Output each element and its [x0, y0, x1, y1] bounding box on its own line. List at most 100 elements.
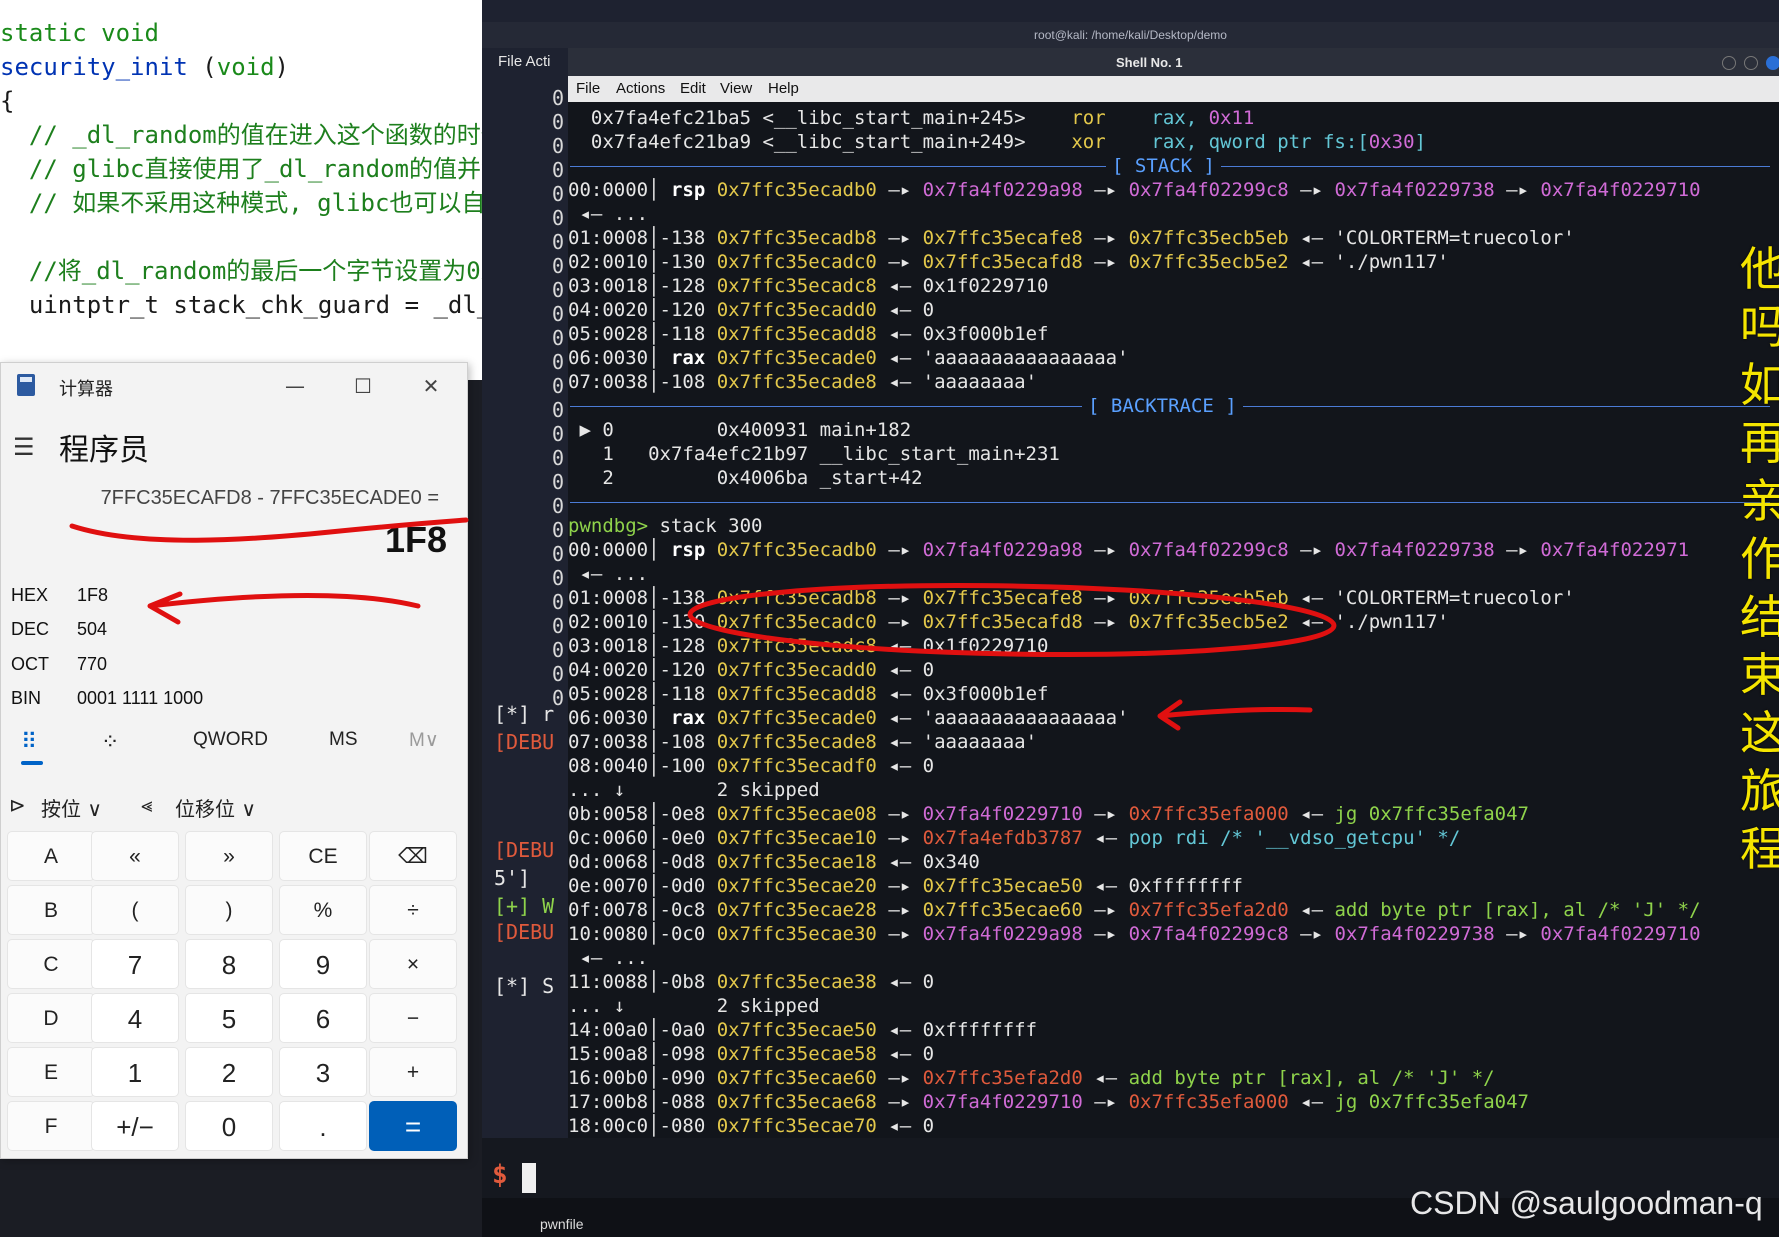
terminal-token: —▸: [1082, 803, 1129, 825]
terminal-token: ◂— 'aaaaaaaa': [876, 731, 1038, 753]
minimize-circle-icon[interactable]: [1722, 56, 1736, 70]
calc-key[interactable]: 7: [91, 939, 179, 989]
terminal-token: 0x7ffc35ecadf0: [716, 755, 877, 777]
minimize-icon[interactable]: —: [275, 371, 315, 401]
background-log-fragment: [*] r: [494, 702, 555, 726]
calc-key[interactable]: E: [7, 1047, 95, 1097]
hamburger-menu-icon[interactable]: ☰: [13, 433, 35, 461]
code-token: // _dl_random的值在进入这个函数的时候: [0, 121, 482, 149]
terminal-token: ... ↓ 2 skipped: [568, 779, 820, 801]
calculator-result: 1F8: [384, 519, 447, 560]
terminal-line: 01:0008│-138 0x7ffc35ecadb8 —▸ 0x7ffc35e…: [568, 226, 1575, 250]
radix-name: HEX: [11, 585, 49, 605]
calc-key[interactable]: 9: [279, 939, 367, 989]
outer-terminal-menubar[interactable]: File Acti: [482, 48, 582, 76]
maximize-circle-icon[interactable]: [1744, 56, 1758, 70]
terminal-token: —▸: [876, 539, 923, 561]
menu-edit[interactable]: Edit: [680, 76, 706, 102]
memory-store-button[interactable]: MS: [329, 729, 358, 751]
calc-key[interactable]: A: [7, 831, 95, 881]
terminal-token: 0x7ffc35ecafe8: [922, 587, 1083, 609]
terminal-token: 0x7ffc35ecadd8: [716, 683, 877, 705]
calc-key[interactable]: ⌫: [369, 831, 457, 881]
radix-bin[interactable]: BIN 0001 1111 1000: [11, 688, 431, 720]
terminal-token: 0x7ffc35ecadc0: [716, 251, 877, 273]
calc-key[interactable]: ×: [369, 939, 457, 989]
terminal-line: 00:0000│ rsp 0x7ffc35ecadb0 —▸ 0x7fa4f02…: [568, 538, 1689, 562]
code-line: {: [0, 82, 14, 120]
calc-key[interactable]: 4: [91, 993, 179, 1043]
calc-key[interactable]: D: [7, 993, 95, 1043]
calc-key[interactable]: 0: [185, 1101, 273, 1151]
calc-key[interactable]: .: [279, 1101, 367, 1151]
calc-key[interactable]: =: [369, 1101, 457, 1151]
terminal-token: 0x7fa4f02299c8: [1128, 179, 1289, 201]
taskbar-item-pwnfile[interactable]: pwnfile: [540, 1216, 584, 1232]
calc-key[interactable]: C: [7, 939, 95, 989]
calc-key[interactable]: 3: [279, 1047, 367, 1097]
bitshift-dropdown[interactable]: 位移位 ∨: [175, 793, 256, 822]
calc-key[interactable]: 2: [185, 1047, 273, 1097]
terminal-token: 05:0028│-118: [568, 683, 717, 705]
shell-window-titlebar[interactable]: Shell No. 1: [568, 48, 1779, 78]
calc-key[interactable]: ÷: [369, 885, 457, 935]
terminal-token: ◂— 'aaaaaaaaaaaaaaaa': [876, 707, 1129, 729]
calc-key[interactable]: F: [7, 1101, 95, 1151]
calc-key[interactable]: (: [91, 885, 179, 935]
calculator-titlebar[interactable]: 计算器 — ☐ ✕: [1, 363, 467, 411]
terminal-line: 05:0028│-118 0x7ffc35ecadd8 ◂— 0x3f000b1…: [568, 682, 1048, 706]
word-size-button[interactable]: QWORD: [193, 729, 268, 751]
terminal-token: 0x7ffc35efa2d0: [1128, 899, 1289, 921]
terminal-line: 03:0018│-128 0x7ffc35ecadc8 ◂— 0x1f02297…: [568, 274, 1048, 298]
calc-key[interactable]: +/−: [91, 1101, 179, 1151]
terminal-token: —▸: [1082, 539, 1129, 561]
terminal-token: 0x30: [1368, 131, 1415, 153]
menu-view[interactable]: View: [720, 76, 752, 102]
terminal-token: —▸: [876, 251, 923, 273]
code-token: security_init: [0, 53, 188, 81]
calc-key[interactable]: ): [185, 885, 273, 935]
menu-file[interactable]: File: [576, 76, 600, 102]
calculator-window[interactable]: 计算器 — ☐ ✕ ☰ 程序员 7FFC35ECAFD8 - 7FFC35ECA…: [0, 362, 468, 1159]
bitwise-dropdown[interactable]: 按位 ∨: [41, 793, 102, 822]
calc-key[interactable]: −: [369, 993, 457, 1043]
calc-key[interactable]: B: [7, 885, 95, 935]
terminal-token: ◂—: [1082, 827, 1129, 849]
calc-key[interactable]: %: [279, 885, 367, 935]
terminal-line: ◂— ...: [568, 562, 648, 586]
vertical-char: 他: [1740, 242, 1779, 296]
calc-key[interactable]: »: [185, 831, 273, 881]
terminal-token: ◂— 0: [876, 1043, 935, 1065]
calc-key[interactable]: +: [369, 1047, 457, 1097]
terminal-token: 0x7ffc35ecadc0: [716, 611, 877, 633]
calc-key[interactable]: 6: [279, 993, 367, 1043]
terminal-token: ◂— 'COLORTERM=truecolor': [1288, 587, 1575, 609]
bit-toggle-keypad-icon[interactable]: ⁘: [101, 729, 119, 755]
radix-oct[interactable]: OCT 770: [11, 654, 431, 686]
calc-key[interactable]: 5: [185, 993, 273, 1043]
radix-dec[interactable]: DEC 504: [11, 619, 431, 651]
terminal-token: add byte ptr [rax], al /* 'J' */: [1128, 1067, 1495, 1089]
close-icon[interactable]: ✕: [411, 371, 451, 401]
calc-key[interactable]: 8: [185, 939, 273, 989]
terminal-token: 0x7ffc35ecade0: [705, 347, 877, 369]
menu-actions[interactable]: Actions: [616, 76, 665, 102]
close-circle-icon[interactable]: [1766, 56, 1779, 70]
menu-help[interactable]: Help: [768, 76, 799, 102]
terminal-token: 0x7ffc35ecadb0: [705, 539, 877, 561]
terminal-token: 02:0010│-130: [568, 611, 717, 633]
terminal-token: 0x7ffc35ecadb8: [716, 587, 877, 609]
pwndbg-terminal-output[interactable]: 0x7fa4efc21ba5 <__libc_start_main+245> r…: [568, 102, 1779, 1138]
calc-key[interactable]: 1: [91, 1047, 179, 1097]
calc-key[interactable]: «: [91, 831, 179, 881]
radix-name: OCT: [11, 654, 49, 674]
terminal-token: 07:0038│-108: [568, 371, 717, 393]
radix-hex[interactable]: HEX 1F8: [11, 585, 431, 617]
terminal-token: 0x7fa4f0229738: [1334, 923, 1495, 945]
memory-list-button[interactable]: M∨: [409, 729, 439, 752]
terminal-token: —▸: [876, 875, 923, 897]
terminal-token: ◂—: [1288, 899, 1335, 921]
calc-key[interactable]: CE: [279, 831, 367, 881]
full-keypad-icon[interactable]: ⠿: [21, 729, 37, 755]
maximize-icon[interactable]: ☐: [343, 371, 383, 401]
